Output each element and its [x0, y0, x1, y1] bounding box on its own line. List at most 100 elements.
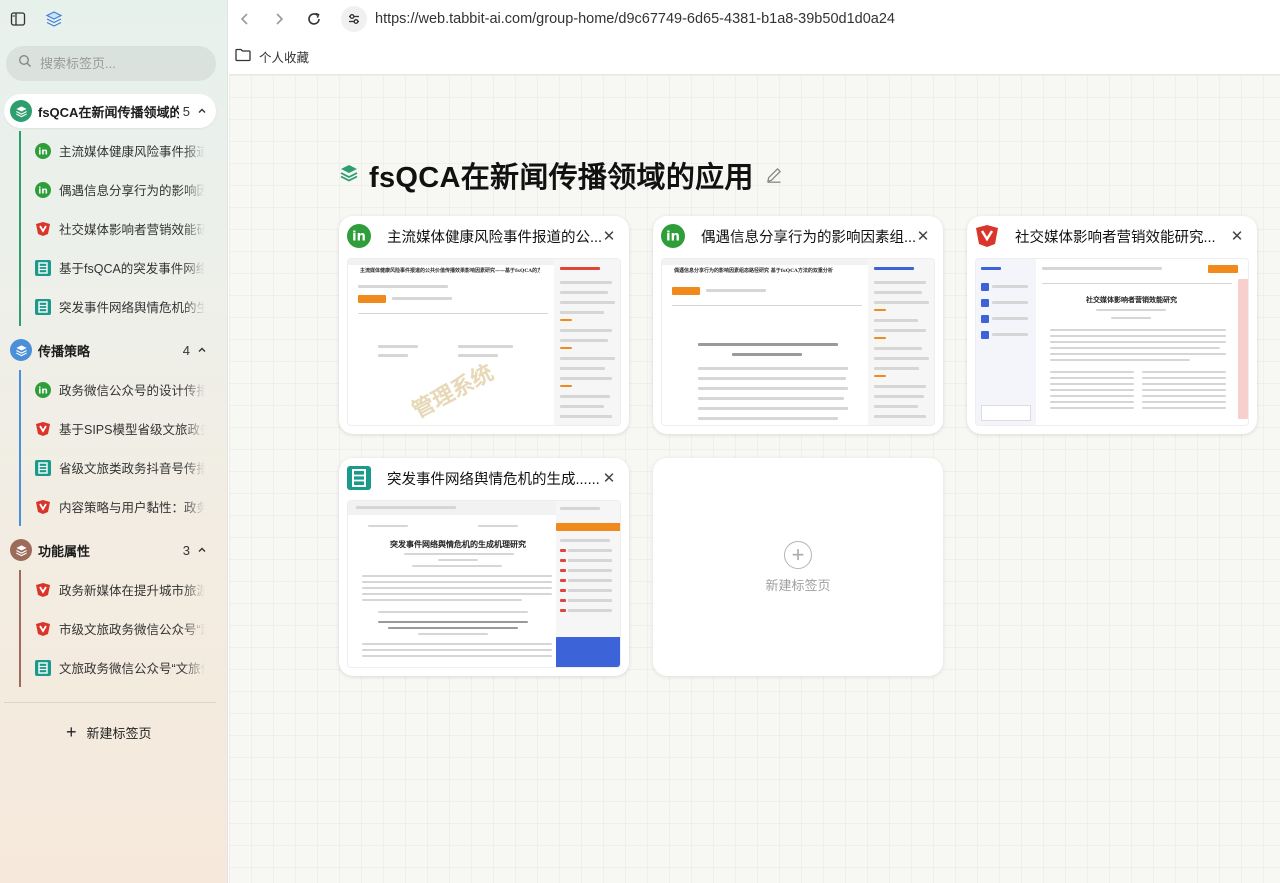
- sidebar: fsQCA在新闻传播领域的应用 5 in 主流媒体健康风险事件报道的公共 in …: [0, 0, 228, 883]
- tab-groups-icon[interactable]: [44, 9, 64, 29]
- sidebar-tab-item[interactable]: 基于fsQCA的突发事件网络舆情: [19, 248, 211, 287]
- site-settings-icon[interactable]: [341, 6, 367, 32]
- card-title: 突发事件网络舆情危机的生成......: [387, 471, 600, 488]
- tab-label: 社交媒体影响者营销效能研究——: [59, 223, 205, 237]
- tab-card[interactable]: in 主流媒体健康风险事件报道的公... ✕ 主流媒体健康风险事件报道的公共价值…: [339, 216, 629, 434]
- plus-icon: +: [66, 722, 77, 742]
- plus-icon: +: [784, 540, 812, 569]
- close-icon[interactable]: ✕: [1229, 228, 1245, 245]
- sidebar-tab-item[interactable]: 政务新媒体在提升城市旅游形象: [19, 570, 211, 609]
- sidebar-tab-item[interactable]: 文旅政务微信公众号“文旅供给: [19, 648, 211, 687]
- card-thumbnail: 主流媒体健康风险事件报道的公共价值传播效果影响因素研究——基于fsQCA的方法 …: [347, 258, 621, 426]
- dao-icon: [35, 298, 51, 315]
- group-header-fsqca[interactable]: fsQCA在新闻传播领域的应用 5: [4, 94, 216, 128]
- chevron-up-icon[interactable]: [194, 342, 210, 358]
- search-icon: [18, 54, 32, 73]
- forward-icon[interactable]: [269, 9, 289, 29]
- card-thumbnail: 偶遇信息分享行为的影响因素组态路径研究 基于fsQCA方法的双重分析: [661, 258, 935, 426]
- sidebar-tab-item[interactable]: 市级文旅政务微信公众号“跨界: [19, 609, 211, 648]
- back-icon[interactable]: [235, 9, 255, 29]
- folder-icon: [235, 48, 251, 65]
- stack-icon: [10, 339, 32, 361]
- card-title: 社交媒体影响者营销效能研究...: [1015, 229, 1216, 246]
- close-icon[interactable]: ✕: [915, 228, 931, 245]
- group-header-function[interactable]: 功能属性 3: [4, 533, 216, 567]
- tab-label: 内容策略与用户黏性：政务微信: [59, 501, 205, 515]
- url-text[interactable]: https://web.tabbit-ai.com/group-home/d9c…: [375, 11, 895, 27]
- toggle-sidebar-icon[interactable]: [8, 9, 28, 29]
- chevron-up-icon[interactable]: [194, 103, 210, 119]
- tab-label: 文旅政务微信公众号“文旅供给: [59, 662, 205, 676]
- card-header: in 主流媒体健康风险事件报道的公...: [339, 216, 629, 256]
- bookmark-bar: 个人收藏: [229, 38, 1280, 74]
- card-thumbnail: 社交媒体影响者营销效能研究: [975, 258, 1249, 426]
- tab-label: 基于fsQCA的突发事件网络舆情: [59, 262, 205, 276]
- search-input[interactable]: [40, 56, 200, 71]
- tab-label: 基于SIPS模型省级文旅政务微信: [59, 423, 205, 437]
- tab-label: 主流媒体健康风险事件报道的公共: [59, 145, 205, 159]
- sidebar-tab-item[interactable]: 社交媒体影响者营销效能研究——: [19, 209, 211, 248]
- sidebar-tab-item[interactable]: in 主流媒体健康风险事件报道的公共: [19, 131, 211, 170]
- browser-toolbar: https://web.tabbit-ai.com/group-home/d9c…: [229, 0, 1280, 38]
- new-tab-button[interactable]: + 新建标签页: [66, 720, 152, 744]
- sidebar-tab-item[interactable]: 基于SIPS模型省级文旅政务微信: [19, 409, 211, 448]
- sidebar-tab-item[interactable]: 内容策略与用户黏性：政务微信: [19, 487, 211, 526]
- tab-card[interactable]: 突发事件网络舆情危机的生成...... ✕ 突发事件网络舆情危机的生成机理研究: [339, 458, 629, 676]
- close-icon[interactable]: ✕: [601, 228, 617, 245]
- tab-label: 突发事件网络舆情危机的生成机理: [59, 301, 205, 315]
- tab-label: 偶遇信息分享行为的影响因素组态: [59, 184, 205, 198]
- in-icon: in: [347, 224, 371, 248]
- stack-icon: [10, 100, 32, 122]
- chevron-up-icon[interactable]: [194, 542, 210, 558]
- edit-pencil-icon[interactable]: [764, 165, 784, 185]
- dao-icon: [35, 459, 51, 476]
- in-icon: in: [661, 224, 685, 248]
- dao-icon: [347, 466, 371, 490]
- tab-card[interactable]: 社交媒体影响者营销效能研究... ✕ 社交媒体影响者营销效能研究: [967, 216, 1257, 434]
- dao-icon: [35, 259, 51, 276]
- cnki-icon: [36, 421, 50, 436]
- tab-label: 省级文旅类政务抖音号传播效果: [59, 462, 205, 476]
- bookmark-folder[interactable]: 个人收藏: [235, 47, 309, 66]
- svg-text:in: in: [38, 147, 48, 157]
- card-title: 主流媒体健康风险事件报道的公...: [387, 229, 603, 246]
- stack-icon: [10, 539, 32, 561]
- group-header-strategy[interactable]: 传播策略 4: [4, 333, 216, 367]
- cnki-icon: [36, 221, 50, 236]
- search-bar[interactable]: [6, 46, 216, 81]
- card-header: in 偶遇信息分享行为的影响因素组...: [653, 216, 943, 256]
- bookmark-label: 个人收藏: [259, 50, 310, 65]
- group-count: 5: [182, 103, 190, 119]
- page-title-row: fsQCA在新闻传播领域的应用: [339, 155, 784, 195]
- svg-text:in: in: [352, 230, 366, 245]
- group-count: 4: [182, 342, 190, 358]
- cnki-icon: [36, 621, 50, 636]
- sidebar-tab-item[interactable]: in 政务微信公众号的设计传播策略: [19, 370, 211, 409]
- in-icon: in: [35, 142, 51, 159]
- in-icon: in: [35, 381, 51, 398]
- tab-card[interactable]: in 偶遇信息分享行为的影响因素组... ✕ 偶遇信息分享行为的影响因素组态路径…: [653, 216, 943, 434]
- new-tab-label: 新建标签页: [86, 725, 152, 741]
- new-tab-card-label: 新建标签页: [765, 577, 831, 593]
- new-tab-card[interactable]: + 新建标签页: [653, 458, 943, 676]
- tab-label: 市级文旅政务微信公众号“跨界: [59, 623, 205, 637]
- sidebar-top: [0, 0, 228, 38]
- tab-label: 政务新媒体在提升城市旅游形象: [59, 584, 205, 598]
- sidebar-tab-item[interactable]: 突发事件网络舆情危机的生成机理: [19, 287, 211, 326]
- group-title: fsQCA在新闻传播领域的应用: [38, 104, 179, 120]
- stack-icon: [339, 163, 359, 188]
- group-tab-list: 政务新媒体在提升城市旅游形象 市级文旅政务微信公众号“跨界 文旅政务微信公众号“…: [19, 570, 211, 687]
- svg-text:in: in: [38, 186, 48, 196]
- sidebar-tab-item[interactable]: in 偶遇信息分享行为的影响因素组态: [19, 170, 211, 209]
- address-bar[interactable]: https://web.tabbit-ai.com/group-home/d9c…: [341, 5, 1271, 33]
- group-tab-list: in 政务微信公众号的设计传播策略 基于SIPS模型省级文旅政务微信 省级文旅类…: [19, 370, 211, 526]
- page-title: fsQCA在新闻传播领域的应用: [369, 162, 754, 194]
- group-title: 传播策略: [38, 343, 91, 359]
- card-header: 突发事件网络舆情危机的生成......: [339, 458, 629, 498]
- card-header: 社交媒体影响者营销效能研究...: [967, 216, 1257, 256]
- close-icon[interactable]: ✕: [601, 470, 617, 487]
- reload-icon[interactable]: [304, 9, 324, 29]
- card-thumbnail: 突发事件网络舆情危机的生成机理研究: [347, 500, 621, 668]
- sidebar-tab-item[interactable]: 省级文旅类政务抖音号传播效果: [19, 448, 211, 487]
- in-icon: in: [35, 181, 51, 198]
